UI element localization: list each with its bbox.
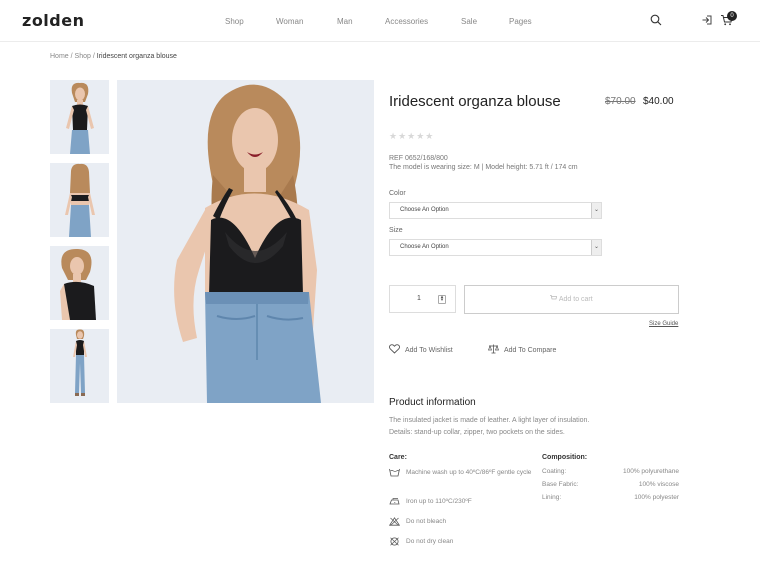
product-title: Iridescent organza blouse [389,93,561,110]
breadcrumb: Home / Shop / Iridescent organza blouse [50,53,177,60]
chevron-down-icon[interactable]: ⌄ [591,240,601,255]
site-header: zolden Shop Woman Man Accessories Sale P… [0,0,760,42]
breadcrumb-separator: / [70,53,73,60]
iron-icon [389,497,400,506]
composition-value: 100% polyester [634,494,679,501]
old-price: $70.00 [605,96,636,107]
thumbnail-1[interactable] [50,80,109,154]
quantity-stepper[interactable]: 1 ▴ ▾ [389,285,456,313]
product-information-heading: Product information [389,397,476,408]
no-bleach-icon [389,517,400,526]
breadcrumb-shop[interactable]: Shop [75,53,91,60]
no-dry-clean-icon [389,537,400,546]
cart-count-badge: 0 [727,11,737,21]
breadcrumb-current: Iridescent organza blouse [96,53,177,60]
chevron-down-icon[interactable]: ⌄ [591,203,601,218]
size-select-value: Choose An Option [400,244,449,250]
size-select[interactable]: Choose An Option ⌄ [389,239,602,256]
search-icon[interactable] [649,13,663,27]
size-label: Size [389,227,403,234]
cart-icon [550,295,559,303]
add-to-wishlist-button[interactable]: Add To Wishlist [389,344,453,356]
product-ref: REF 0652/168/800 [389,155,448,162]
color-select-value: Choose An Option [400,207,449,213]
care-item: Do not dry clean [389,537,536,546]
nav-accessories[interactable]: Accessories [385,17,428,26]
add-to-cart-button[interactable]: Add to cart [464,285,679,314]
composition-row: Lining: 100% polyester [542,494,679,501]
breadcrumb-home[interactable]: Home [50,53,69,60]
nav-shop[interactable]: Shop [225,17,244,26]
composition-row: Base Fabric: 100% viscose [542,481,679,488]
login-icon[interactable] [700,13,714,27]
size-guide-link[interactable]: Size Guide [649,321,678,327]
info-description-line-2: Details: stand-up collar, zipper, two po… [389,429,565,436]
care-text: Machine wash up to 40ºC/86ºF gentle cycl… [406,469,532,476]
care-text: Do not bleach [406,518,447,525]
nav-pages[interactable]: Pages [509,17,532,26]
composition-label: Coating: [542,468,567,475]
breadcrumb-separator: / [92,53,95,60]
care-text: Iron up to 110ºC/230ºF [406,498,472,505]
care-item: Machine wash up to 40ºC/86ºF gentle cycl… [389,468,536,477]
care-heading: Care: [389,454,407,461]
care-item: Do not bleach [389,517,536,526]
thumbnail-2[interactable] [50,163,109,237]
color-label: Color [389,190,406,197]
composition-row: Coating: 100% polyurethane [542,468,679,475]
composition-value: 100% polyurethane [622,468,679,475]
scale-icon [487,344,500,356]
logo[interactable]: zolden [22,11,84,30]
add-to-cart-label: Add to cart [558,296,593,303]
rating-stars[interactable]: ★★★★★ [389,131,434,142]
composition-value: 100% viscose [638,481,679,488]
nav-woman[interactable]: Woman [276,17,303,26]
color-select[interactable]: Choose An Option ⌄ [389,202,602,219]
quantity-value[interactable]: 1 [417,295,421,302]
composition-label: Lining: [542,494,562,501]
spinner-icon[interactable]: ▴ ▾ [438,295,446,304]
main-product-image[interactable] [117,80,374,403]
wishlist-label: Add To Wishlist [405,346,453,354]
thumbnail-3[interactable] [50,246,109,320]
info-description-line-1: The insulated jacket is made of leather.… [389,417,590,424]
nav-sale[interactable]: Sale [461,17,477,26]
thumbnail-4[interactable] [50,329,109,403]
nav-man[interactable]: Man [337,17,353,26]
current-price: $40.00 [643,96,674,107]
composition-heading: Composition: [542,454,588,461]
care-text: Do not dry clean [406,538,454,545]
compare-label: Add To Compare [504,346,557,354]
composition-label: Base Fabric: [542,481,579,488]
model-info: The model is wearing size: M | Model hei… [389,164,578,171]
wash-icon [389,468,400,477]
heart-icon [389,344,400,356]
care-item: Iron up to 110ºC/230ºF [389,497,536,506]
add-to-compare-button[interactable]: Add To Compare [487,344,557,356]
